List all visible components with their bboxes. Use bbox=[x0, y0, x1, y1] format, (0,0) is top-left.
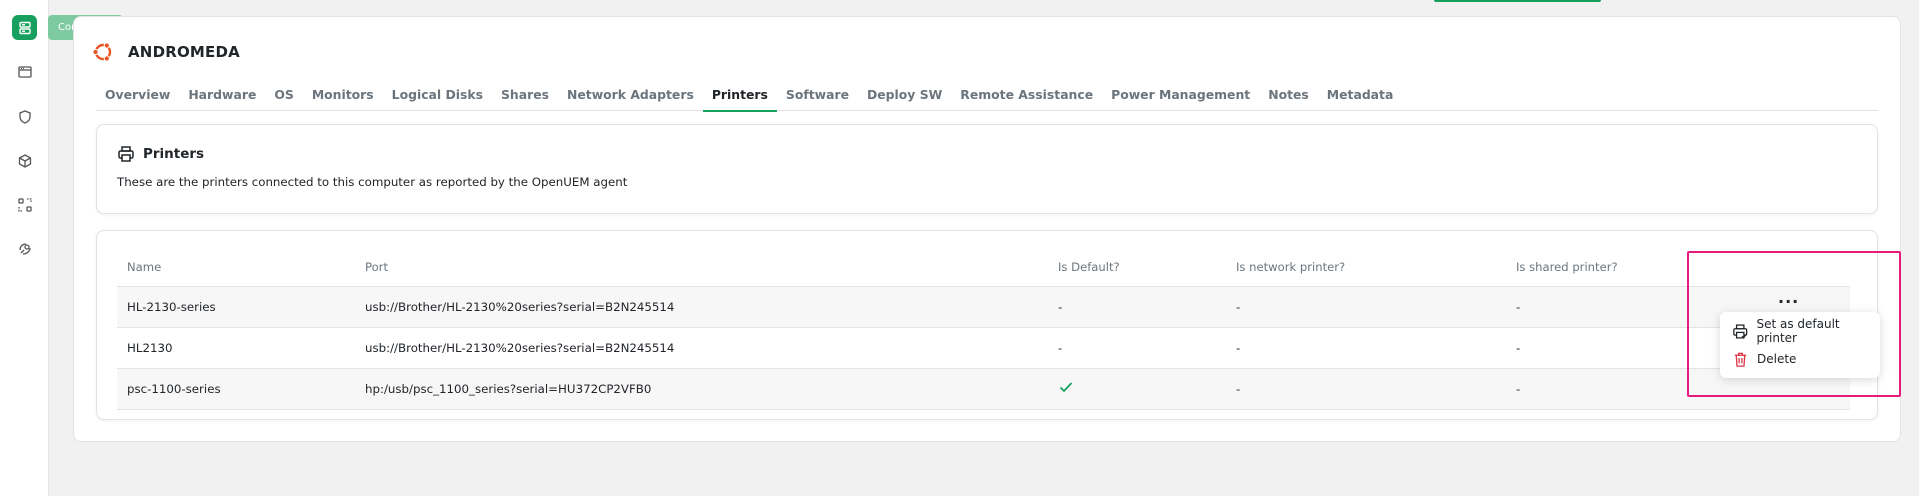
menu-item-set-default[interactable]: Set as default printer bbox=[1720, 317, 1880, 345]
printer-is-default: - bbox=[1048, 327, 1226, 369]
tab-hardware[interactable]: Hardware bbox=[179, 85, 265, 111]
printer-name: HL2130 bbox=[117, 327, 355, 369]
tab-bar: Overview Hardware OS Monitors Logical Di… bbox=[96, 85, 1878, 112]
printers-title-text: Printers bbox=[143, 146, 205, 162]
menu-item-label: Delete bbox=[1757, 352, 1797, 366]
table-row: psc-1100-series hp:/usb/psc_1100_series?… bbox=[117, 368, 1850, 410]
printer-port: usb://Brother/HL-2130%20series?serial=B2… bbox=[355, 286, 1048, 328]
top-button-edge[interactable] bbox=[1434, 0, 1601, 2]
trash-icon bbox=[1734, 352, 1747, 367]
tab-overview[interactable]: Overview bbox=[96, 85, 179, 111]
printer-is-default bbox=[1048, 368, 1226, 410]
tab-metadata[interactable]: Metadata bbox=[1318, 85, 1403, 111]
tab-notes[interactable]: Notes bbox=[1259, 85, 1318, 111]
computers-icon[interactable] bbox=[12, 15, 37, 40]
tab-remote-assistance[interactable]: Remote Assistance bbox=[951, 85, 1102, 111]
tab-software[interactable]: Software bbox=[777, 85, 858, 111]
package-icon[interactable] bbox=[12, 148, 37, 173]
tab-printers[interactable]: Printers bbox=[702, 85, 777, 112]
column-header-is-network[interactable]: Is network printer? bbox=[1226, 248, 1506, 287]
printer-is-default: - bbox=[1048, 286, 1226, 328]
tab-monitors[interactable]: Monitors bbox=[303, 85, 383, 111]
printers-table-card: Name Port Is Default? Is network printer… bbox=[96, 230, 1878, 420]
tab-shares[interactable]: Shares bbox=[492, 85, 558, 111]
tab-deploy-sw[interactable]: Deploy SW bbox=[858, 85, 951, 111]
column-header-is-default[interactable]: Is Default? bbox=[1048, 248, 1226, 287]
deploy-icon[interactable] bbox=[12, 192, 37, 217]
table-row: HL-2130-series usb://Brother/HL-2130%20s… bbox=[117, 286, 1850, 328]
shield-icon[interactable] bbox=[12, 104, 37, 129]
printer-icon bbox=[118, 146, 134, 162]
ubuntu-icon bbox=[92, 41, 114, 63]
check-icon bbox=[1059, 382, 1073, 393]
printer-is-network: - bbox=[1226, 368, 1506, 410]
printer-check-icon bbox=[1733, 323, 1748, 339]
column-header-name[interactable]: Name bbox=[117, 248, 355, 287]
computer-detail-card: ANDROMEDA Overview Hardware OS Monitors … bbox=[73, 16, 1901, 442]
computer-header: ANDROMEDA bbox=[92, 41, 240, 63]
column-header-port[interactable]: Port bbox=[355, 248, 1048, 287]
printer-port: hp:/usb/psc_1100_series?serial=HU372CP2V… bbox=[355, 368, 1048, 410]
printers-table: Name Port Is Default? Is network printer… bbox=[117, 248, 1850, 410]
printer-name: HL-2130-series bbox=[117, 286, 355, 328]
tab-os[interactable]: OS bbox=[265, 85, 302, 111]
remote-assistance-icon[interactable] bbox=[12, 236, 37, 261]
printer-is-network: - bbox=[1226, 286, 1506, 328]
tab-logical-disks[interactable]: Logical Disks bbox=[383, 85, 492, 111]
printer-is-network: - bbox=[1226, 327, 1506, 369]
printer-port: usb://Brother/HL-2130%20series?serial=B2… bbox=[355, 327, 1048, 369]
printer-name: psc-1100-series bbox=[117, 368, 355, 410]
menu-item-label: Set as default printer bbox=[1756, 317, 1840, 345]
printers-info-card: Printers These are the printers connecte… bbox=[96, 124, 1878, 214]
tab-network-adapters[interactable]: Network Adapters bbox=[558, 85, 703, 111]
printers-info-title: Printers bbox=[117, 145, 204, 163]
menu-item-delete[interactable]: Delete bbox=[1720, 345, 1880, 373]
printers-description: These are the printers connected to this… bbox=[117, 175, 628, 189]
tab-power-management[interactable]: Power Management bbox=[1102, 85, 1259, 111]
table-header-row: Name Port Is Default? Is network printer… bbox=[117, 248, 1850, 287]
browser-window-icon[interactable] bbox=[12, 59, 37, 84]
table-row: HL2130 usb://Brother/HL-2130%20series?se… bbox=[117, 327, 1850, 369]
sidebar bbox=[0, 0, 49, 496]
row-actions-menu: Set as default printer Delete bbox=[1720, 312, 1880, 378]
computer-name: ANDROMEDA bbox=[128, 43, 240, 61]
